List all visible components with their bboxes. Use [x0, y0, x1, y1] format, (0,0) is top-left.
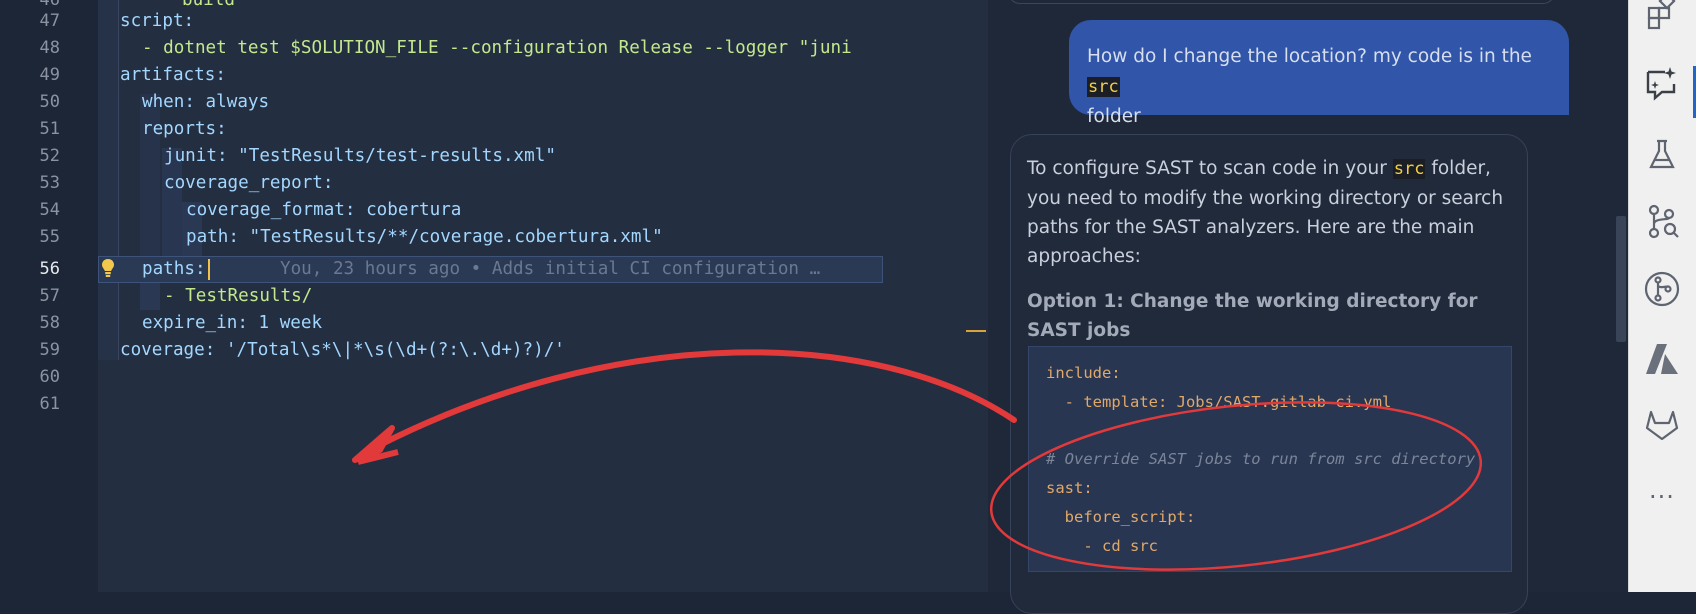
overview-ruler-marker	[966, 330, 986, 332]
code-line: - TestResults/	[164, 286, 313, 306]
gitlab-icon[interactable]	[1643, 406, 1681, 444]
code-line: when: always	[142, 92, 270, 112]
line-number: 57	[39, 286, 60, 306]
git-graph-icon[interactable]	[1643, 270, 1681, 308]
indent-guide	[118, 0, 119, 360]
line-number: 60	[39, 367, 60, 387]
activity-bar: ···	[1628, 0, 1696, 592]
testing-flask-icon[interactable]	[1643, 136, 1681, 174]
code-block-line: include:	[1046, 364, 1121, 382]
code-editor[interactable]: 46 build 47 48 49 50 51 52 53 54 55 56 5…	[0, 0, 988, 592]
code-line: coverage_format: cobertura	[186, 200, 462, 220]
line-number: 49	[39, 65, 60, 85]
lightbulb-icon[interactable]	[101, 258, 115, 278]
user-message-text: How do I change the location? my code is…	[1087, 46, 1532, 67]
code-block-comment: # Override SAST jobs to run from src dir…	[1046, 450, 1476, 469]
previous-message-card	[1008, 0, 1555, 4]
code-block-line: before_script:	[1046, 507, 1196, 526]
line-number: 56	[39, 259, 60, 279]
option-heading: Option 1: Change the working directory f…	[1027, 291, 1478, 341]
line-number: 54	[39, 200, 60, 220]
user-message-bubble: How do I change the location? my code is…	[1069, 20, 1569, 127]
code-block-line: - cd src	[1046, 536, 1158, 555]
indent-guide-band	[98, 0, 118, 360]
line-number: 52	[39, 146, 60, 166]
line-number: 47	[39, 11, 60, 31]
more-icon[interactable]: ···	[1643, 478, 1681, 516]
line-number: 58	[39, 313, 60, 333]
code-line: path: "TestResults/**/coverage.cobertura…	[186, 227, 663, 247]
line-number: 59	[39, 340, 60, 360]
assistant-text: To configure SAST to scan code in your	[1027, 158, 1393, 179]
text-cursor	[208, 259, 210, 280]
assistant-response-card: To configure SAST to scan code in your s…	[1010, 134, 1528, 614]
inline-code: src	[1087, 77, 1120, 97]
code-block-line: - template: Jobs/SAST.gitlab-ci.yml	[1046, 392, 1392, 411]
assistant-intro: To configure SAST to scan code in your s…	[1027, 154, 1511, 271]
code-line: coverage_report:	[164, 173, 334, 193]
more-label: ···	[1649, 483, 1675, 511]
code-line: artifacts:	[120, 65, 226, 85]
line-number: 48	[39, 38, 60, 58]
chat-panel: How do I change the location? my code is…	[988, 0, 1614, 614]
code-line: paths:	[142, 259, 206, 279]
code-line: junit: "TestResults/test-results.xml"	[164, 146, 556, 166]
git-blame-annotation: You, 23 hours ago • Adds initial CI conf…	[280, 259, 821, 279]
indent-guide-band	[140, 283, 160, 310]
code-block-line	[1046, 417, 1511, 446]
code-block[interactable]: include: - template: Jobs/SAST.gitlab-ci…	[1028, 346, 1512, 572]
code-line: reports:	[142, 119, 227, 139]
line-number: 61	[39, 394, 60, 414]
chat-scrollbar[interactable]	[1614, 0, 1628, 592]
scrollbar-thumb[interactable]	[1616, 216, 1626, 342]
code-line: - dotnet test $SOLUTION_FILE --configura…	[142, 38, 852, 58]
line-number: 53	[39, 173, 60, 193]
source-control-search-icon[interactable]	[1643, 202, 1681, 240]
inline-code: src	[1392, 159, 1426, 179]
code-line: script:	[120, 11, 195, 31]
azure-icon[interactable]	[1643, 340, 1681, 378]
user-message-text: folder	[1087, 106, 1141, 127]
extensions-icon[interactable]	[1643, 0, 1681, 32]
copilot-chat-icon[interactable]	[1643, 64, 1681, 102]
line-number: 51	[39, 119, 60, 139]
code-line: expire_in: 1 week	[142, 313, 323, 333]
code-block-line: sast:	[1046, 479, 1093, 498]
line-number: 50	[39, 92, 60, 112]
code-line: coverage: '/Total\s*\|*\s(\d+(?:\.\d+)?)…	[120, 340, 565, 360]
line-number: 55	[39, 227, 60, 247]
